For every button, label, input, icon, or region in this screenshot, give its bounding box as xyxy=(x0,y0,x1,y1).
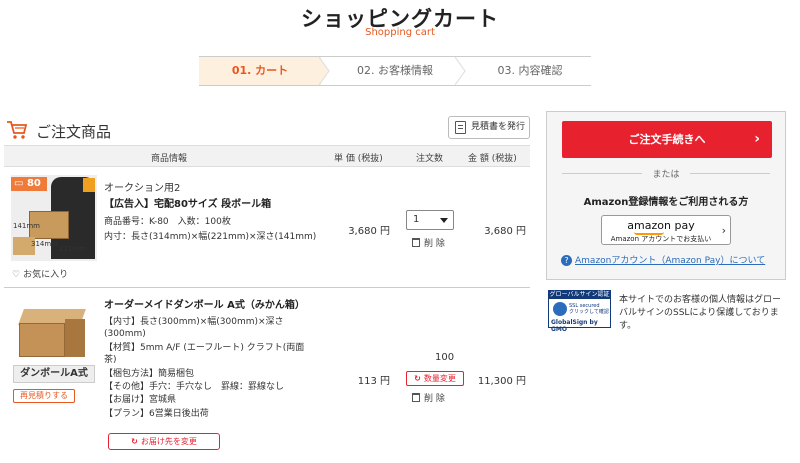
divider xyxy=(690,173,770,174)
amazon-help-link[interactable]: ? Amazonアカウント（Amazon Pay）について xyxy=(561,253,765,266)
cart-title: ご注文商品 xyxy=(36,123,112,141)
line-amount: 11,300 円 xyxy=(477,376,526,387)
spec-line: 【材質】5mm A/F (エーフルート) クラフト(両面茶) xyxy=(104,342,305,366)
product-code: 商品番号：K-80 入数：100枚 xyxy=(104,217,231,227)
col-amount: 金 額 (税抜) xyxy=(468,154,517,164)
document-icon xyxy=(455,121,466,134)
col-qty: 注文数 xyxy=(416,154,444,164)
issue-estimate-label: 見積書を発行 xyxy=(471,122,526,132)
delete-label: 削 除 xyxy=(424,394,445,404)
amazon-help-label: Amazonアカウント（Amazon Pay）について xyxy=(575,256,766,266)
checkout-steps: 01. カート 02. お客様情報 03. 内容確認 xyxy=(199,56,591,86)
box-front xyxy=(19,323,65,357)
seal-brand: GlobalSign by GMO xyxy=(551,319,598,333)
table-row: ▭ 80 141mm 314mm 221mm ♡ お気に入り オークション用2 【… xyxy=(4,168,530,288)
issue-estimate-button[interactable]: 見積書を発行 xyxy=(448,116,530,139)
seal-title: グローバルサイン認証サイト xyxy=(549,291,610,306)
checkout-label: ご注文手続きへ xyxy=(628,133,706,146)
col-unit-price: 単 価 (税抜) xyxy=(334,154,383,164)
spec-line: 【その他】手穴：手穴なし 罫線：罫線なし xyxy=(104,382,285,393)
page-subtitle: Shopping cart xyxy=(365,27,435,38)
table-row: ダンボールA式 再見積りする オーダーメイドダンボール A式（みかん箱） 【内寸… xyxy=(4,289,530,463)
step-customer-info: 02. お客様情報 xyxy=(357,64,433,77)
chevron-down-icon xyxy=(440,218,448,223)
quantity-select[interactable]: 1 xyxy=(406,210,454,230)
unit-price: 113 円 xyxy=(357,376,390,387)
chevron-right-icon: › xyxy=(754,131,760,147)
seal-info: SSL secured クリックして確認 xyxy=(569,303,609,315)
product-name[interactable]: 【広告入】宅配80サイズ 段ボール箱 xyxy=(104,195,344,210)
globe-icon xyxy=(553,302,567,316)
step-cart: 01. カート xyxy=(199,57,321,85)
quantity-value: 1 xyxy=(413,214,420,225)
re-estimate-button[interactable]: 再見積りする xyxy=(13,389,75,403)
change-delivery-button[interactable]: ↻ お届け先を変更 xyxy=(108,433,220,450)
cart-icon xyxy=(7,121,28,139)
favorite-label: お気に入り xyxy=(23,270,69,280)
ssl-notice: 本サイトでのお客様の個人情報はグローバルサインのSSLにより保護しております。 xyxy=(619,295,782,331)
order-sidebar: ご注文手続きへ › または Amazon登録情報をご利用される方 amazon … xyxy=(546,111,786,280)
delete-button[interactable]: 削 除 xyxy=(412,391,445,404)
product-image[interactable] xyxy=(15,309,91,359)
dim-label: 141mm xyxy=(13,222,40,230)
product-name[interactable]: オーダーメイドダンボール A式（みかん箱） xyxy=(104,299,314,313)
trash-icon xyxy=(412,238,420,247)
delete-label: 削 除 xyxy=(424,239,445,249)
refresh-icon: ↻ xyxy=(414,374,421,383)
step-separator xyxy=(319,57,330,85)
size-badge: ▭ 80 xyxy=(11,177,47,191)
product-type-label: ダンボールA式 xyxy=(13,365,95,383)
box-side xyxy=(65,319,85,357)
spec-line: 【内寸】長さ(300mm)×幅(300mm)×深さ(300mm) xyxy=(104,317,284,340)
amazon-pay-logo: amazon pay xyxy=(627,219,695,232)
ssl-seal[interactable]: グローバルサイン認証サイト SSL secured クリックして確認 Global… xyxy=(548,290,611,333)
delete-button[interactable]: 削 除 xyxy=(412,236,445,249)
favorite-button[interactable]: ♡ お気に入り xyxy=(12,267,68,280)
refresh-icon: ↻ xyxy=(131,437,138,446)
dim-label: 314mm xyxy=(31,240,58,248)
quantity-value: 100 xyxy=(435,352,455,363)
dim-label: 221mm xyxy=(59,245,86,253)
amazon-pay-button[interactable]: amazon pay Amazon アカウントでお支払い › xyxy=(601,215,731,245)
checkout-button[interactable]: ご注文手続きへ › xyxy=(562,121,772,158)
step-confirm: 03. 内容確認 xyxy=(497,64,563,77)
spec-line: 【梱包方法】簡易梱包 xyxy=(104,368,195,379)
amazon-caption: Amazon登録情報をご利用される方 xyxy=(583,197,749,208)
heart-icon: ♡ xyxy=(12,270,21,280)
ad-tag xyxy=(83,178,95,192)
trash-icon xyxy=(412,393,420,402)
change-delivery-label: お届け先を変更 xyxy=(140,437,197,446)
question-icon: ? xyxy=(561,255,572,266)
cart-table-header: 商品情報 単 価 (税抜) 注文数 金 額 (税抜) xyxy=(4,145,530,167)
spec-line: 【プラン】6営業日後出荷 xyxy=(104,408,209,419)
unit-price: 3,680 円 xyxy=(348,226,390,237)
chevron-right-icon: › xyxy=(721,224,726,237)
change-quantity-button[interactable]: ↻ 数量変更 xyxy=(406,371,464,386)
product-size: 内寸：長さ(314mm)×幅(221mm)×深さ(141mm) xyxy=(104,232,317,242)
line-amount: 3,680 円 xyxy=(484,226,526,237)
product-info: オークション用2 【広告入】宅配80サイズ 段ボール箱 商品番号：K-80 入数… xyxy=(104,179,344,242)
step-separator xyxy=(455,57,466,85)
product-category: オークション用2 xyxy=(104,183,181,194)
col-product: 商品情報 xyxy=(151,154,188,164)
spec-line: 【お届け】宮城県 xyxy=(104,395,177,406)
amazon-pay-sub: Amazon アカウントでお支払い xyxy=(610,235,712,243)
product-info: オーダーメイドダンボール A式（みかん箱） 【内寸】長さ(300mm)×幅(30… xyxy=(104,299,314,420)
product-image[interactable]: ▭ 80 141mm 314mm 221mm xyxy=(11,175,97,261)
change-quantity-label: 数量変更 xyxy=(423,374,456,383)
